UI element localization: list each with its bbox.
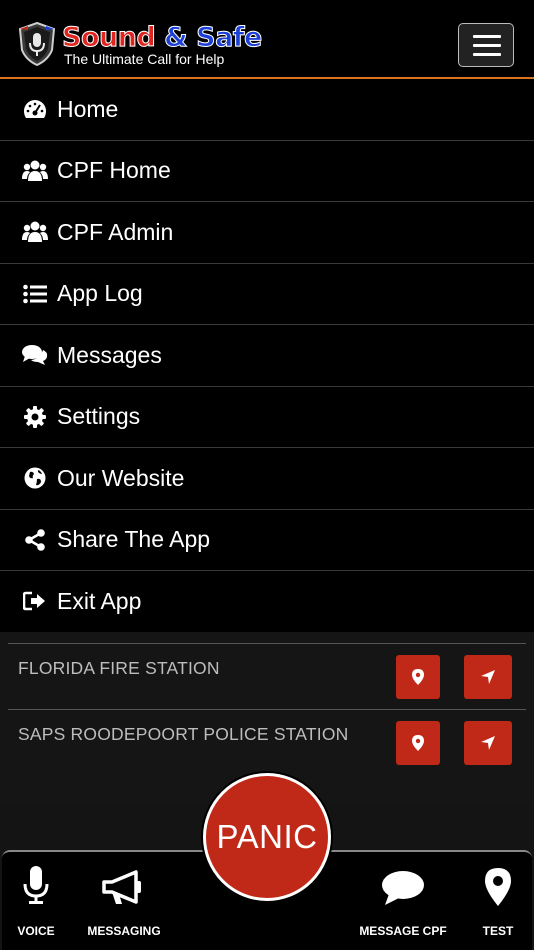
menu-item-settings[interactable]: Settings xyxy=(0,386,534,448)
users-icon xyxy=(22,158,48,184)
menu-item-label: Share The App xyxy=(57,526,211,553)
microphone-icon xyxy=(23,866,49,904)
sign-out-icon xyxy=(22,588,48,614)
panic-button[interactable]: PANIC xyxy=(203,773,331,901)
brand-name: Sound & Safe xyxy=(61,22,263,54)
nav-label: MESSAGE CPF xyxy=(359,924,447,938)
map-marker-icon xyxy=(412,735,424,751)
app-logo: Sound & Safe The Ultimate Call for Help xyxy=(18,22,268,70)
station-map-pin-button[interactable] xyxy=(396,655,440,699)
station-navigate-button[interactable] xyxy=(464,655,512,699)
menu-item-label: Our Website xyxy=(57,464,185,491)
hamburger-icon xyxy=(473,35,501,38)
menu-item-share-the-app[interactable]: Share The App xyxy=(0,509,534,571)
menu-item-label: CPF Home xyxy=(57,157,171,184)
station-row: FLORIDA FIRE STATION xyxy=(8,643,526,709)
nav-label: TEST xyxy=(482,924,514,938)
share-icon xyxy=(22,527,48,553)
users-icon xyxy=(22,219,48,245)
shield-logo-icon xyxy=(18,22,56,66)
panic-label: PANIC xyxy=(216,818,318,855)
hamburger-icon-bar xyxy=(473,53,501,56)
station-name: FLORIDA FIRE STATION xyxy=(18,658,220,678)
nav-label: MESSAGING xyxy=(87,924,161,938)
map-marker-icon xyxy=(485,868,511,906)
map-marker-icon xyxy=(412,669,424,685)
station-navigate-button[interactable] xyxy=(464,721,512,765)
hamburger-menu-button[interactable] xyxy=(458,23,514,67)
menu-item-label: Home xyxy=(57,95,119,122)
brand-ampersand: & xyxy=(164,22,189,54)
test-button[interactable]: TEST xyxy=(468,852,528,950)
menu-item-label: Exit App xyxy=(57,587,142,614)
station-name: SAPS ROODEPOORT POLICE STATION xyxy=(18,724,349,744)
nav-label: VOICE xyxy=(17,924,55,938)
side-menu: Home CPF Home CPF Admin App Log Messages… xyxy=(0,79,534,633)
menu-item-label: App Log xyxy=(57,280,143,307)
voice-button[interactable]: VOICE xyxy=(2,852,70,950)
messaging-button[interactable]: MESSAGING xyxy=(82,852,166,950)
speech-bubble-icon xyxy=(382,871,424,905)
hamburger-icon-bar xyxy=(473,44,501,47)
brand-word-sound: Sound xyxy=(61,22,156,54)
comments-icon xyxy=(22,342,48,368)
megaphone-icon xyxy=(102,870,141,904)
menu-item-exit-app[interactable]: Exit App xyxy=(0,571,534,633)
location-arrow-icon xyxy=(481,670,495,684)
message-cpf-button[interactable]: MESSAGE CPF xyxy=(354,852,452,950)
station-row: SAPS ROODEPOORT POLICE STATION xyxy=(8,709,526,775)
location-arrow-icon xyxy=(481,736,495,750)
menu-item-label: Settings xyxy=(57,403,141,430)
menu-item-messages[interactable]: Messages xyxy=(0,325,534,387)
menu-item-app-log[interactable]: App Log xyxy=(0,263,534,325)
list-icon xyxy=(22,281,48,307)
menu-item-cpf-admin[interactable]: CPF Admin xyxy=(0,202,534,264)
menu-item-cpf-home[interactable]: CPF Home xyxy=(0,140,534,202)
menu-item-label: Messages xyxy=(57,341,162,368)
station-map-pin-button[interactable] xyxy=(396,721,440,765)
menu-item-home[interactable]: Home xyxy=(0,79,534,141)
dashboard-icon xyxy=(22,96,48,122)
menu-item-label: CPF Admin xyxy=(57,218,174,245)
brand-word-safe: Safe xyxy=(196,22,263,54)
menu-item-our-website[interactable]: Our Website xyxy=(0,448,534,510)
globe-icon xyxy=(22,465,48,491)
app-header: Sound & Safe The Ultimate Call for Help xyxy=(0,0,534,79)
gear-icon xyxy=(22,404,48,430)
brand-tagline: The Ultimate Call for Help xyxy=(64,51,225,67)
